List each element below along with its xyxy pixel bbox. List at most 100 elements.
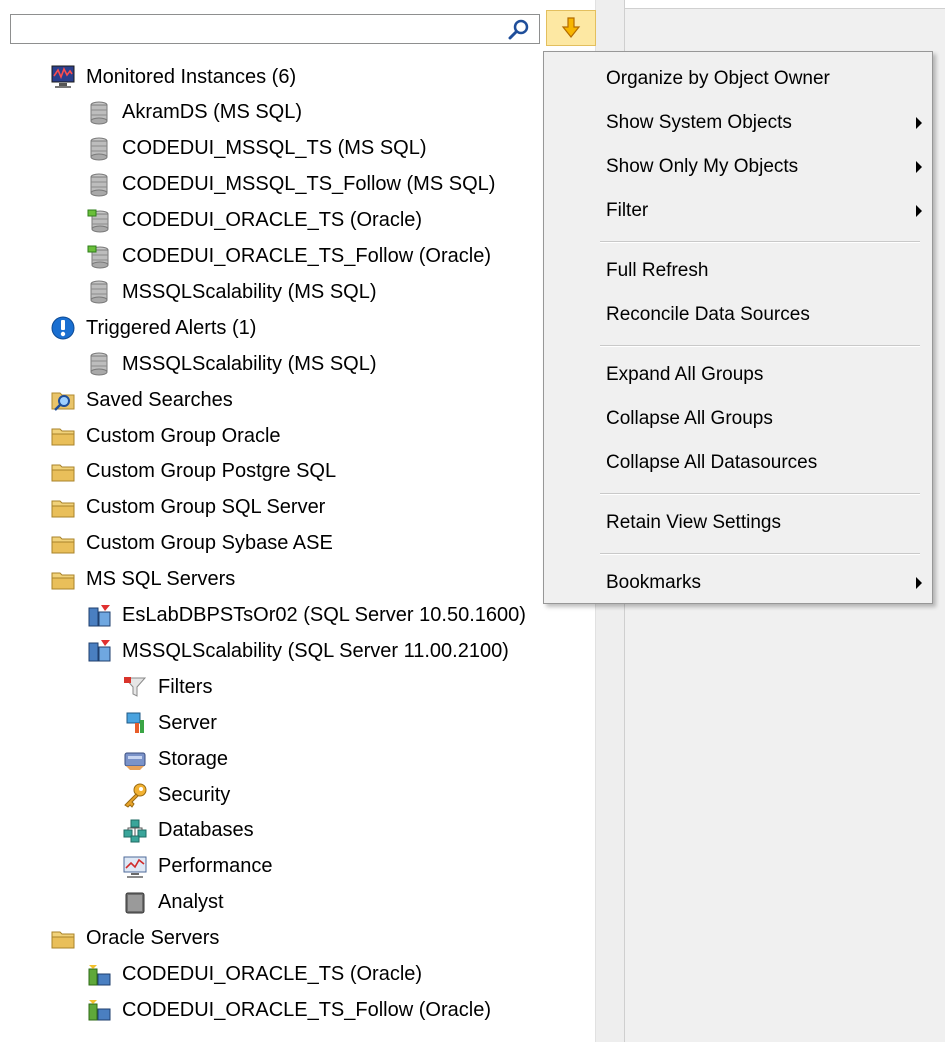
tree-node[interactable]: CODEDUI_MSSQL_TS_Follow (MS SQL) [86, 168, 495, 202]
tree-node[interactable]: Analyst [122, 886, 224, 920]
analyst-icon [122, 890, 148, 916]
options-menu: Organize by Object Owner Show System Obje… [543, 51, 933, 604]
search-box[interactable] [10, 14, 540, 44]
menu-item-label: Show Only My Objects [606, 156, 799, 177]
tree-node-label: Saved Searches [86, 388, 233, 411]
submenu-arrow-icon [916, 161, 922, 173]
tree-node[interactable]: CODEDUI_ORACLE_TS (Oracle) [86, 204, 422, 238]
tree-node[interactable]: Triggered Alerts (1) [50, 311, 256, 345]
tree-node[interactable]: Performance [122, 850, 273, 884]
key-icon [122, 782, 148, 808]
sql-server-icon [86, 603, 112, 629]
tree-node[interactable]: MSSQLScalability (MS SQL) [86, 275, 377, 309]
alert-icon [50, 315, 76, 341]
database-icon [86, 100, 112, 126]
menu-item-label: Full Refresh [606, 260, 709, 281]
tree-node[interactable]: MSSQLScalability (SQL Server 11.00.2100) [86, 634, 509, 668]
menu-item[interactable]: Collapse All Datasources [544, 442, 932, 484]
down-arrow-icon [561, 17, 581, 38]
tree-node[interactable]: Databases [122, 814, 254, 848]
tree-node[interactable]: Custom Group SQL Server [50, 491, 325, 525]
tree-node-label: MSSQLScalability (MS SQL) [122, 352, 377, 375]
folder-icon [50, 459, 76, 485]
tree-node-label: CODEDUI_MSSQL_TS_Follow (MS SQL) [122, 173, 496, 196]
menu-item[interactable]: Collapse All Groups [544, 398, 932, 440]
folder-icon [50, 531, 76, 557]
menu-item[interactable]: Full Refresh [544, 250, 932, 292]
tree-node-label: CODEDUI_ORACLE_TS_Follow (Oracle) [122, 998, 491, 1021]
submenu-arrow-icon [916, 117, 922, 129]
menu-item[interactable]: Show Only My Objects [544, 146, 932, 188]
menu-item-label: Retain View Settings [606, 512, 781, 533]
databases-icon [122, 818, 148, 844]
tree-node-label: AkramDS (MS SQL) [122, 101, 303, 124]
oracle-server-icon [86, 962, 112, 988]
tree-node-label: MSSQLScalability (MS SQL) [122, 280, 377, 303]
magnifier-icon[interactable] [507, 19, 531, 41]
menu-item-label: Show System Objects [606, 112, 792, 133]
tree-node[interactable]: AkramDS (MS SQL) [86, 96, 302, 130]
tree-node-label: Custom Group SQL Server [86, 496, 326, 519]
tree-node[interactable]: Oracle Servers [50, 922, 219, 956]
database-oracle-icon [86, 208, 112, 234]
tree-node-label: MSSQLScalability (SQL Server 11.00.2100) [122, 639, 509, 662]
tree-node[interactable]: CODEDUI_ORACLE_TS_Follow (Oracle) [86, 240, 491, 274]
tree-node-label: CODEDUI_ORACLE_TS (Oracle) [122, 963, 423, 985]
database-icon [86, 136, 112, 162]
tree-node[interactable]: Custom Group Sybase ASE [50, 527, 333, 561]
tree-node-label: Triggered Alerts (1) [86, 316, 257, 339]
menu-item[interactable]: Reconcile Data Sources [544, 294, 932, 336]
performance-icon [122, 854, 148, 880]
saved-search-folder-icon [50, 387, 76, 413]
folder-icon [50, 567, 76, 593]
menu-item[interactable]: Retain View Settings [544, 502, 932, 544]
tree-node[interactable]: Custom Group Oracle [50, 419, 281, 453]
menu-item[interactable]: Organize by Object Owner [544, 58, 932, 100]
tree-node[interactable]: CODEDUI_MSSQL_TS (MS SQL) [86, 132, 427, 166]
folder-icon [50, 423, 76, 449]
database-icon [86, 351, 112, 377]
menu-item[interactable]: Show System Objects [544, 102, 932, 144]
tree-node-label: Server [158, 711, 217, 734]
menu-item[interactable]: Filter [544, 190, 932, 232]
tree-node[interactable]: CODEDUI_ORACLE_TS (Oracle) [86, 958, 422, 992]
menu-item-label: Collapse All Datasources [606, 452, 818, 473]
tree-node[interactable]: MSSQLScalability (MS SQL) [86, 347, 377, 381]
tree-node[interactable]: Custom Group Postgre SQL [50, 455, 336, 489]
server-icon [122, 710, 148, 736]
menu-separator [600, 493, 920, 495]
database-oracle-icon [86, 244, 112, 270]
submenu-arrow-icon [916, 577, 922, 589]
folder-icon [50, 926, 76, 952]
options-dropdown-button[interactable] [546, 10, 596, 46]
tree-node[interactable]: Saved Searches [50, 383, 233, 417]
tree-node[interactable]: EsLabDBPSTsOr02 (SQL Server 10.50.1600) [86, 599, 526, 633]
menu-separator [600, 241, 920, 243]
submenu-arrow-icon [916, 205, 922, 217]
tree-node[interactable]: Server [122, 706, 217, 740]
tree-node-label: Custom Group Oracle [86, 424, 281, 447]
tree-node-label: Security [158, 783, 231, 806]
tree-node[interactable]: CODEDUI_ORACLE_TS_Follow (Oracle) [86, 993, 491, 1027]
tree-node-label: EsLabDBPSTsOr02 (SQL Server 10.50.1600) [122, 604, 526, 626]
tree-node[interactable]: Security [122, 778, 230, 812]
tree-node-label: Custom Group Sybase ASE [86, 532, 333, 555]
menu-item-label: Expand All Groups [606, 364, 764, 385]
tree-node-label: Databases [158, 819, 254, 842]
oracle-server-icon [86, 997, 112, 1023]
menu-item[interactable]: Expand All Groups [544, 354, 932, 396]
tree-node[interactable]: MS SQL Servers [50, 563, 235, 597]
tree-node-label: CODEDUI_MSSQL_TS (MS SQL) [122, 137, 427, 160]
tree-node[interactable]: Filters [122, 670, 212, 704]
folder-icon [50, 495, 76, 521]
tree-node-label: Performance [158, 855, 273, 878]
tree-node[interactable]: Storage [122, 742, 228, 776]
menu-item[interactable]: Bookmarks [544, 562, 932, 604]
search-input[interactable] [15, 16, 499, 44]
tree-node-label: MS SQL Servers [86, 568, 236, 591]
menu-item-label: Filter [606, 200, 649, 221]
menu-item-label: Bookmarks [606, 572, 702, 593]
tree-node[interactable]: Monitored Instances (6) [50, 60, 296, 94]
monitor-icon [50, 64, 76, 90]
tree-node-label: CODEDUI_ORACLE_TS (Oracle) [122, 209, 423, 232]
